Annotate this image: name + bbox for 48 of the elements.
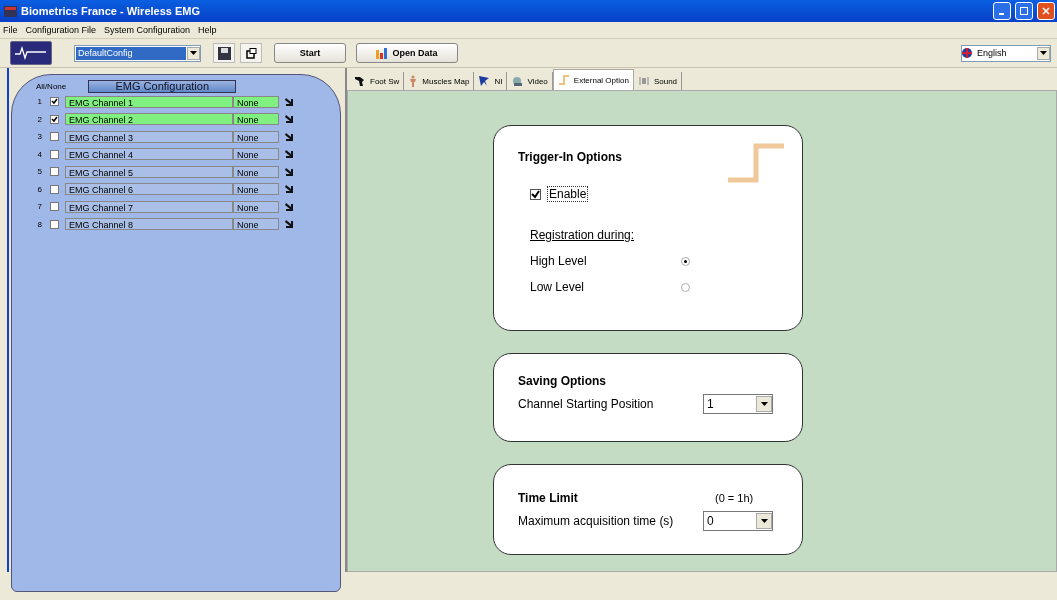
field-label: Channel Starting Position [518,397,655,411]
channel-name-field[interactable]: EMG Channel 4 [65,148,233,161]
channel-number: 2 [36,114,42,124]
all-none-toggle[interactable]: All/None [36,81,67,91]
channel-name-field[interactable]: EMG Channel 5 [65,165,233,178]
start-button[interactable]: Start [274,43,346,63]
channel-name-field[interactable]: EMG Channel 8 [65,218,233,231]
muscle-field[interactable]: None [233,165,279,178]
menu-item[interactable]: Help [198,25,217,35]
channel-number: 8 [36,219,42,229]
option-label: Low Level [530,280,586,294]
field-label: Maximum acquisition time (s) [518,514,675,528]
note-text: (0 = 1h) [715,492,754,504]
muscle-field[interactable]: None [233,95,279,108]
channel-number: 6 [36,184,42,194]
channel-number: 3 [36,132,42,142]
option-label: High Level [530,254,588,268]
muscle-field[interactable]: None [233,183,279,196]
channel-name-field[interactable]: EMG Channel 6 [65,183,233,196]
language-dropdown[interactable]: English [961,44,1051,62]
menu-item[interactable]: File [3,25,18,35]
channel-number: 4 [36,149,42,159]
tab[interactable]: External Option [552,69,634,90]
window-title: Biometrics France - Wireless EMG [21,5,202,17]
channel-number: 5 [36,167,42,177]
section-title: Saving Options [518,374,607,388]
muscle-field[interactable]: None [233,148,279,161]
muscle-field[interactable]: None [233,218,279,231]
time-dropdown[interactable]: 0 [703,511,773,531]
channel-name-field[interactable]: EMG Channel 3 [65,130,233,143]
channel-number: 7 [36,202,42,212]
menu-item[interactable]: Configuration File [25,25,97,35]
registration-label: Registration during: [530,228,636,242]
channel-name-field[interactable]: EMG Channel 2 [65,113,233,126]
channel-name-field[interactable]: EMG Channel 7 [65,200,233,213]
menu-item[interactable]: System Configuration [104,25,191,35]
section-title: Trigger-In Options [518,150,623,164]
section-title: Time Limit [518,491,579,505]
channel-name-field[interactable]: EMG Channel 1 [65,95,233,108]
muscle-field[interactable]: None [233,113,279,126]
position-dropdown[interactable]: 1 [703,394,773,414]
open-data-button[interactable]: Open Data [356,43,458,63]
channel-number: 1 [36,97,42,107]
enable-label: Enable [547,186,589,202]
muscle-field[interactable]: None [233,130,279,143]
panel-title: EMG Configuration [88,79,237,93]
config-dropdown[interactable]: DefaultConfig [74,44,201,62]
muscle-field[interactable]: None [233,200,279,213]
